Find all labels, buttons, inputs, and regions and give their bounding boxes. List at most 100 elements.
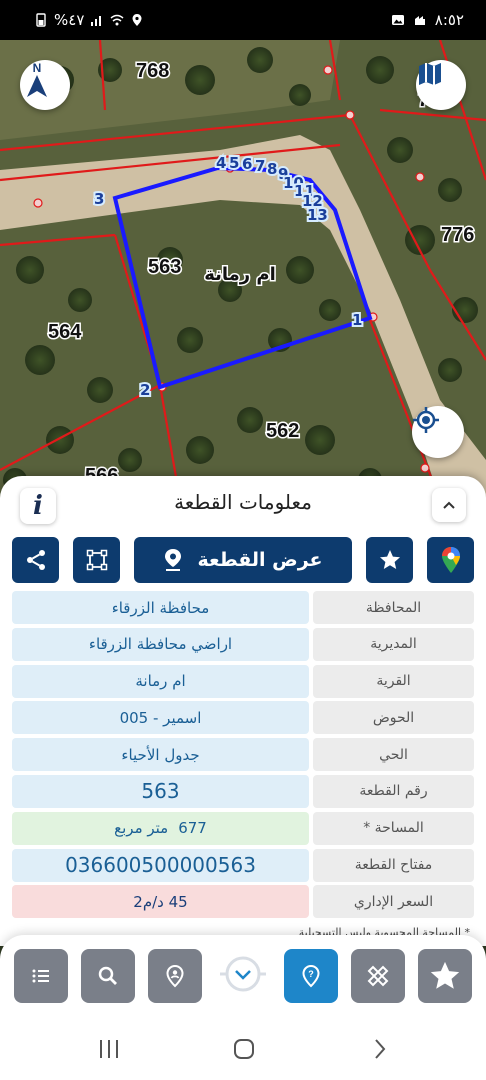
battery-percent: %٤٧	[54, 11, 85, 29]
bottom-toolbar: ?	[0, 935, 486, 1019]
battery-icon	[36, 13, 46, 27]
location-person-icon	[166, 964, 184, 988]
neighborhood-value: جدول الأحياء	[12, 738, 309, 772]
status-left: %٤٧	[34, 11, 144, 29]
area-unit: متر مربع	[114, 819, 169, 838]
svg-text:N: N	[33, 61, 42, 75]
parcel-number-562: 562	[266, 420, 299, 442]
view-parcel-label: عرض القطعة	[197, 549, 323, 571]
sheet-title: معلومات القطعة	[174, 490, 312, 514]
table-row: المديرية اراضي محافظة الزرقاء	[12, 627, 474, 661]
notification-icon	[414, 16, 425, 25]
admin-price-label: السعر الإداري	[313, 885, 474, 919]
table-row: رقم القطعة 563	[12, 774, 474, 808]
village-label: القرية	[313, 664, 474, 698]
table-row: المحافظة محافظة الزرقاء	[12, 591, 474, 624]
favorite-button[interactable]	[366, 537, 413, 583]
share-icon	[26, 550, 45, 570]
location-pin-button[interactable]	[148, 949, 202, 1003]
parcel-number-value: 563	[12, 774, 309, 808]
map-layers-button[interactable]	[416, 60, 466, 110]
table-row: الحوض اسمير - 005	[12, 701, 474, 735]
parcel-details-table: المحافظة محافظة الزرقاء المديرية اراضي م…	[12, 591, 474, 922]
vertex-label-3: 3	[94, 190, 104, 208]
map-view[interactable]: 768 776 563 564 562 566 776 ام رمانة 1 2…	[0, 40, 486, 500]
table-row: القرية ام رمانة	[12, 664, 474, 698]
governorate-value: محافظة الزرقاء	[12, 591, 309, 624]
home-icon	[234, 1039, 254, 1059]
parcel-number-564: 564	[48, 321, 82, 343]
list-button[interactable]	[14, 949, 68, 1003]
table-row: مفتاح القطعة 036600500000563	[12, 848, 474, 882]
view-parcel-button[interactable]: عرض القطعة	[134, 537, 352, 583]
help-pin-icon: ?	[302, 964, 320, 988]
search-button[interactable]	[81, 949, 135, 1003]
area-label: المساحة *	[313, 811, 474, 845]
parcel-number-768: 768	[136, 60, 169, 82]
chevron-down-circle-icon	[220, 956, 266, 992]
compass-button[interactable]: N	[20, 60, 70, 110]
system-navigation-bar	[0, 1019, 486, 1080]
polygon-icon	[86, 549, 107, 571]
basin-value: اسمير - 005	[12, 701, 309, 735]
vertex-label-2: 2	[140, 381, 150, 399]
back-button[interactable]	[360, 1033, 400, 1065]
vertex-label-7: 7	[255, 157, 265, 175]
search-icon	[98, 966, 117, 985]
action-bar: عرض القطعة	[0, 537, 486, 583]
chevron-up-icon	[443, 501, 455, 509]
vertex-label-13: 13	[307, 206, 328, 224]
clock: ٨:٥٢	[434, 11, 464, 29]
collapse-sheet-button[interactable]	[432, 488, 466, 522]
status-right: ٨:٥٢	[391, 11, 464, 29]
directorate-value: اراضي محافظة الزرقاء	[12, 627, 309, 661]
parcel-number-776: 776	[441, 224, 474, 246]
crosshair-location-icon	[413, 407, 439, 433]
vertex-label-8: 8	[267, 160, 277, 178]
governorate-label: المحافظة	[313, 591, 474, 624]
ruler-pencil-icon	[367, 965, 389, 987]
admin-price-value: 45 د/م2	[12, 885, 309, 919]
area-value-cell: 677 متر مربع	[12, 811, 309, 845]
parcel-number-label: رقم القطعة	[313, 774, 474, 808]
info-button[interactable]: i	[20, 488, 56, 524]
village-value: ام رمانة	[12, 664, 309, 698]
polygon-button[interactable]	[73, 537, 120, 583]
my-location-button[interactable]	[412, 406, 464, 458]
star-icon	[379, 550, 400, 569]
info-icon: i	[33, 491, 43, 521]
vertex-label-6: 6	[242, 155, 252, 173]
star-nav-icon	[430, 961, 460, 989]
map-pin-icon	[165, 549, 182, 571]
svg-text:?: ?	[308, 969, 314, 979]
back-chevron-icon	[375, 1039, 386, 1059]
table-row: السعر الإداري 45 د/م2	[12, 885, 474, 919]
vertex-label-1: 1	[352, 311, 362, 329]
sheet-header: i معلومات القطعة	[0, 476, 486, 534]
parcel-info-sheet: i معلومات القطعة عرض القطعة المحافظة محا…	[0, 476, 486, 946]
parcel-key-value: 036600500000563	[12, 848, 309, 882]
recents-icon	[100, 1040, 118, 1058]
neighborhood-label: الحي	[313, 738, 474, 772]
home-button[interactable]	[224, 1033, 264, 1065]
expand-toggle-button[interactable]	[217, 953, 269, 995]
village-map-label: ام رمانة	[204, 264, 276, 285]
status-bar: %٤٧ ٨:٥٢	[0, 0, 486, 40]
app-screen: %٤٧ ٨:٥٢ 768 776 563 564 562 ام رمانة 1 …	[0, 0, 486, 1080]
recents-button[interactable]	[89, 1033, 129, 1065]
google-maps-button[interactable]	[427, 537, 474, 583]
help-location-button[interactable]: ?	[284, 949, 338, 1003]
signal-icon	[91, 16, 102, 26]
measure-tools-button[interactable]	[351, 949, 405, 1003]
google-maps-icon	[441, 547, 460, 573]
table-row: الحي جدول الأحياء	[12, 738, 474, 772]
vertex-label-4: 4	[216, 154, 226, 172]
vertex-label-5: 5	[229, 154, 239, 172]
location-icon	[132, 14, 142, 26]
table-row: المساحة * 677 متر مربع	[12, 811, 474, 845]
favorites-nav-button[interactable]	[418, 949, 472, 1003]
share-button[interactable]	[12, 537, 59, 583]
directorate-label: المديرية	[313, 627, 474, 661]
gallery-icon	[391, 15, 404, 25]
compass-north-icon: N	[27, 61, 47, 97]
